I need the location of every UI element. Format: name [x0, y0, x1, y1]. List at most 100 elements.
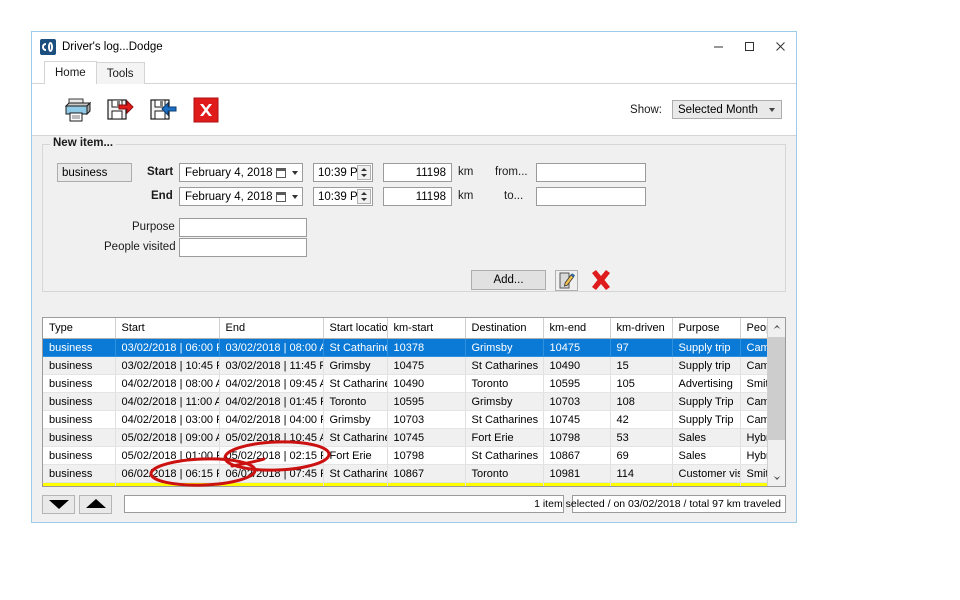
window-controls [703, 32, 796, 61]
people-visited-field[interactable] [179, 238, 307, 257]
col-km-start[interactable]: km-start [387, 318, 465, 339]
from-field[interactable] [536, 163, 646, 182]
delete-entry-button[interactable] [588, 267, 614, 293]
table-row[interactable]: business05/02/2018 | 09:00 AM05/02/2018 … [43, 429, 767, 447]
scrollbar-thumb[interactable] [768, 337, 785, 440]
table-row[interactable]: business06/02/2018 | 06:15 PM06/02/2018 … [43, 465, 767, 483]
scroll-down-button[interactable] [768, 469, 785, 486]
people-visited-label: People visited [104, 241, 176, 253]
purpose-field[interactable] [179, 218, 307, 237]
col-purpose[interactable]: Purpose [672, 318, 740, 339]
move-down-icon [48, 498, 70, 510]
spinner-buttons[interactable] [357, 189, 371, 204]
table-cell: 10595 [387, 393, 465, 411]
print-icon [63, 97, 91, 123]
table-row[interactable]: business03/02/2018 | 10:45 PM03/02/2018 … [43, 357, 767, 375]
tab-home-label: Home [55, 67, 86, 79]
table-cell: 97 [610, 339, 672, 357]
col-type[interactable]: Type [43, 318, 115, 339]
chevron-down-icon [292, 171, 298, 175]
table-cell: 05/02/2018 | 09:00 AM [115, 429, 219, 447]
table-cell: 06/02/2018 | 05:00 PM [115, 483, 219, 487]
scrollbar-track[interactable] [768, 335, 785, 469]
export-button[interactable] [103, 94, 137, 126]
table-cell: 05/02/2018 | 02:15 PM [219, 447, 323, 465]
ribbon-tabstrip: Home Tools [32, 61, 796, 84]
col-km-end[interactable]: km-end [543, 318, 610, 339]
table-row[interactable]: business04/02/2018 | 03:00 PM04/02/2018 … [43, 411, 767, 429]
table-cell: St Catharines [465, 447, 543, 465]
app-icon [40, 39, 56, 55]
spin-down-icon[interactable] [358, 197, 370, 204]
table-cell: business [43, 357, 115, 375]
spin-down-icon[interactable] [358, 173, 370, 180]
table-cell: Fort Erie [323, 447, 387, 465]
col-start[interactable]: Start [115, 318, 219, 339]
table-row[interactable]: business05/02/2018 | 01:00 PM05/02/2018 … [43, 447, 767, 465]
ribbon-delete-button[interactable] [189, 94, 223, 126]
table-cell: 04/02/2018 | 08:00 AM [115, 375, 219, 393]
table-row[interactable]: business03/02/2018 | 06:00 PM03/02/2018 … [43, 339, 767, 357]
col-people-visited[interactable]: People visited [740, 318, 767, 339]
table-row[interactable]: business04/02/2018 | 11:00 AM04/02/2018 … [43, 393, 767, 411]
edit-button[interactable] [555, 270, 578, 291]
entry-type-select[interactable]: business [57, 163, 132, 182]
entry-type-value: business [62, 167, 107, 179]
table-cell: Supply Trip [672, 393, 740, 411]
table-cell: 10490 [387, 375, 465, 393]
table-cell: Hybrid Choppers [740, 447, 767, 465]
spinner-buttons[interactable] [357, 165, 371, 180]
scroll-up-button[interactable] [768, 318, 785, 335]
col-destination[interactable]: Destination [465, 318, 543, 339]
tab-tools[interactable]: Tools [96, 62, 145, 84]
table-cell: 11082 [543, 483, 610, 487]
from-label: from... [495, 166, 528, 178]
grid-viewport: Type Start End Start location km-start D… [43, 318, 767, 486]
add-button[interactable]: Add... [471, 270, 546, 290]
table-cell: 101 [610, 483, 672, 487]
table-cell: 10703 [387, 411, 465, 429]
bottom-text-input[interactable] [124, 495, 564, 513]
table-cell: 10981 [387, 483, 465, 487]
import-button[interactable] [146, 94, 180, 126]
show-select[interactable]: Selected Month [672, 100, 782, 119]
table-cell: business [43, 411, 115, 429]
maximize-button[interactable] [734, 32, 765, 61]
table-cell: 04/02/2018 | 11:00 AM [115, 393, 219, 411]
new-item-legend: New item... [50, 137, 116, 149]
ribbon-panel: Show: Selected Month [32, 84, 796, 136]
table-cell: 03/02/2018 | 10:45 PM [115, 357, 219, 375]
minimize-button[interactable] [703, 32, 734, 61]
table-row[interactable]: business04/02/2018 | 08:00 AM04/02/2018 … [43, 375, 767, 393]
purpose-label: Purpose [132, 221, 175, 233]
export-icon [106, 97, 134, 123]
table-cell: 10703 [543, 393, 610, 411]
tab-home[interactable]: Home [44, 61, 97, 84]
start-time-spinner[interactable]: 10:39 PM [313, 163, 373, 182]
end-km-unit: km [458, 190, 473, 202]
move-down-button[interactable] [42, 495, 75, 514]
start-km-value: 11198 [416, 167, 446, 179]
table-cell: 04/02/2018 | 04:00 PM [219, 411, 323, 429]
end-km-field[interactable]: 11198 [383, 187, 452, 206]
calendar-icon [276, 192, 286, 202]
col-km-driven[interactable]: km-driven [610, 318, 672, 339]
table-cell: 10378 [387, 339, 465, 357]
delete-red-x-icon [590, 269, 612, 291]
col-start-location[interactable]: Start location [323, 318, 387, 339]
end-date-picker[interactable]: February 4, 2018 [179, 187, 303, 206]
table-cell: 03/02/2018 | 08:00 AM [219, 339, 323, 357]
table-cell: 42 [610, 411, 672, 429]
start-date-picker[interactable]: February 4, 2018 [179, 163, 303, 182]
start-km-field[interactable]: 11198 [383, 163, 452, 182]
to-field[interactable] [536, 187, 646, 206]
chevron-down-icon [773, 475, 781, 481]
table-cell: Caminars [740, 411, 767, 429]
col-end[interactable]: End [219, 318, 323, 339]
table-row[interactable]: business06/02/2018 | 05:00 PM06/02/2018 … [43, 483, 767, 487]
end-time-spinner[interactable]: 10:39 PM [313, 187, 373, 206]
close-button[interactable] [765, 32, 796, 61]
grid-vertical-scrollbar[interactable] [767, 318, 785, 486]
print-button[interactable] [60, 94, 94, 126]
move-up-button[interactable] [79, 495, 112, 514]
